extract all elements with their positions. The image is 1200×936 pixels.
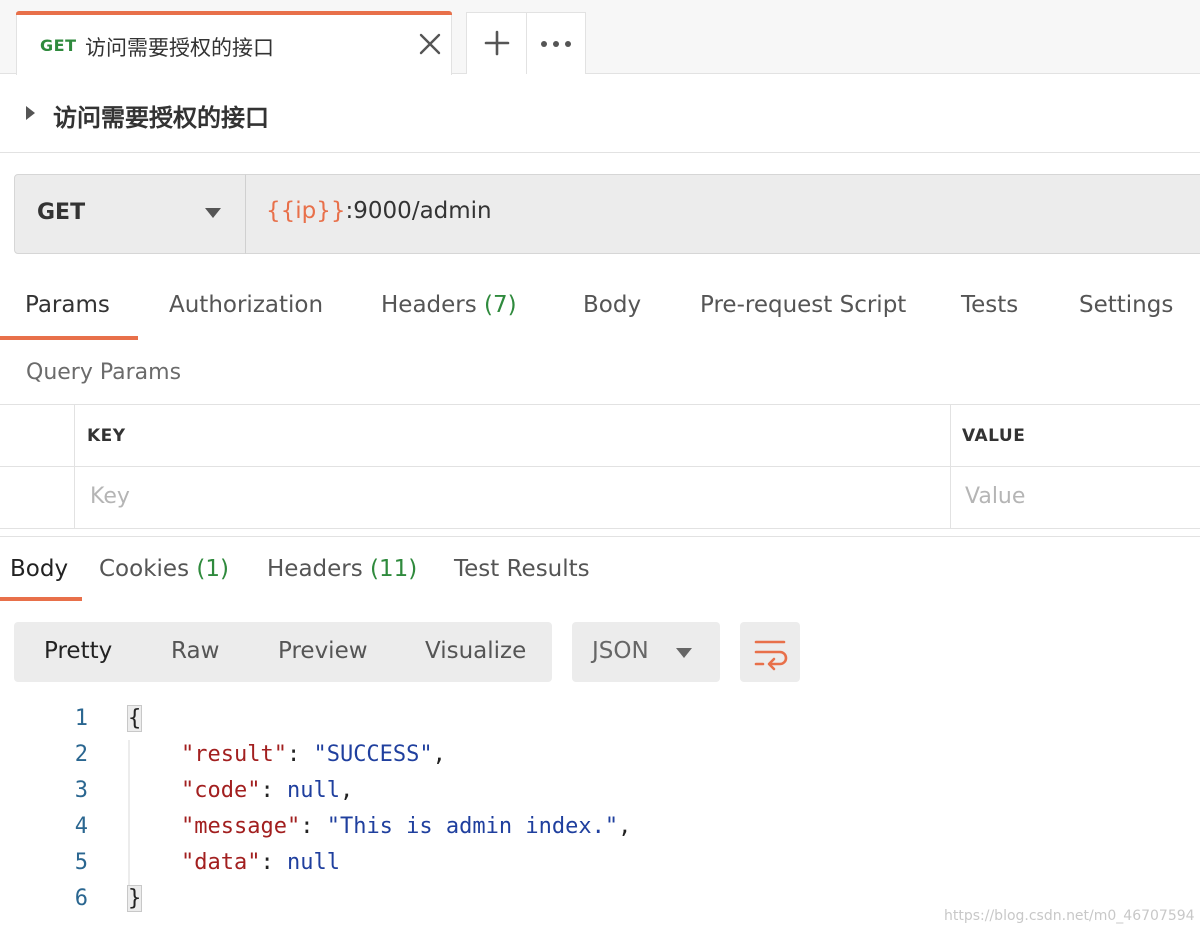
tab-label: Pre-request Script	[700, 292, 907, 318]
line-number: 6	[74, 886, 88, 911]
tab-label: Authorization	[169, 292, 324, 318]
code-line: "result": "SUCCESS",	[180, 742, 446, 767]
table-border	[0, 404, 1200, 405]
tab-label: Test Results	[454, 556, 590, 582]
wrap-text-icon	[754, 640, 788, 671]
active-tab-underline	[0, 336, 138, 340]
url-text: {{ip}}:9000/admin	[266, 198, 492, 224]
chevron-down-icon	[205, 208, 221, 218]
active-tab-indicator	[16, 11, 452, 15]
code-line: "data": null	[180, 850, 340, 875]
chevron-down-icon	[676, 648, 692, 658]
tab-headers[interactable]: Headers (7)	[381, 292, 517, 318]
divider	[526, 12, 527, 74]
table-border	[0, 466, 1200, 467]
table-border	[74, 404, 75, 528]
line-number: 1	[74, 706, 88, 731]
tab-label: Body	[583, 292, 642, 318]
tab-label: Params	[25, 292, 110, 318]
table-border	[950, 404, 951, 528]
wrap-lines-button[interactable]	[740, 622, 800, 682]
url-variable: {{ip}}	[266, 198, 346, 224]
expand-caret-icon[interactable]	[26, 106, 35, 120]
code-line: }	[126, 885, 143, 912]
param-value-input[interactable]: Value	[965, 484, 1025, 509]
plus-icon	[484, 30, 510, 56]
tab-params[interactable]: Params	[25, 292, 110, 318]
tab-body[interactable]: Body	[583, 292, 641, 318]
view-mode-raw[interactable]: Raw	[171, 638, 219, 664]
query-params-title: Query Params	[26, 360, 182, 385]
open-brace: {	[126, 705, 143, 732]
new-tab-button[interactable]	[468, 14, 526, 72]
table-border	[0, 528, 1200, 529]
line-number: 4	[74, 814, 88, 839]
tab-count: (11)	[370, 556, 418, 582]
ellipsis-icon	[541, 41, 571, 47]
json-value: "SUCCESS"	[313, 742, 433, 767]
view-mode-pretty[interactable]: Pretty	[44, 638, 112, 664]
close-brace: }	[126, 885, 143, 912]
line-number: 5	[74, 850, 88, 875]
param-key-input[interactable]: Key	[90, 484, 130, 509]
tab-authorization[interactable]: Authorization	[169, 292, 323, 318]
tab-method-badge: GET	[40, 36, 77, 55]
json-key: "data"	[180, 850, 261, 875]
format-select-value: JSON	[592, 638, 649, 664]
method-select-value: GET	[37, 200, 86, 225]
response-tab-headers[interactable]: Headers (11)	[267, 556, 417, 582]
tab-count: (1)	[196, 556, 229, 582]
watermark: https://blog.csdn.net/m0_46707594	[944, 908, 1195, 924]
tab-pre-request-script[interactable]: Pre-request Script	[700, 292, 906, 318]
punctuation: ,	[432, 742, 446, 767]
code-line: "code": null,	[180, 778, 354, 803]
tab-label: Tests	[961, 292, 1019, 318]
more-tabs-button[interactable]	[528, 14, 584, 72]
punctuation: ,	[339, 778, 354, 803]
view-mode-visualize[interactable]: Visualize	[425, 638, 526, 664]
json-key: "code"	[180, 778, 261, 803]
tab-label: Headers	[267, 556, 363, 582]
tab-label: Cookies	[99, 556, 190, 582]
close-icon[interactable]	[416, 30, 444, 58]
json-value: null	[286, 778, 340, 803]
response-tab-body[interactable]: Body	[10, 556, 68, 582]
response-divider	[0, 536, 1200, 537]
line-number: 3	[74, 778, 88, 803]
view-mode-preview[interactable]: Preview	[278, 638, 368, 664]
tab-settings[interactable]: Settings	[1079, 292, 1173, 318]
request-name[interactable]: 访问需要授权的接口	[53, 98, 269, 133]
active-response-tab-underline	[0, 597, 82, 601]
json-key: "result"	[180, 742, 287, 767]
response-tab-cookies[interactable]: Cookies (1)	[99, 556, 229, 582]
tab-label: Headers	[381, 292, 477, 318]
line-number: 2	[74, 742, 88, 767]
column-header-key: KEY	[87, 426, 126, 446]
tab-title: 访问需要授权的接口	[85, 36, 274, 60]
response-tab-test-results[interactable]: Test Results	[454, 556, 590, 582]
json-key: "message"	[180, 814, 301, 839]
punctuation: ,	[618, 814, 632, 839]
tab-tests[interactable]: Tests	[961, 292, 1018, 318]
tab-label: Body	[10, 556, 69, 582]
tab-label: Settings	[1079, 292, 1174, 318]
url-path: :9000/admin	[345, 198, 492, 224]
json-value: null	[286, 850, 340, 875]
column-header-value: VALUE	[962, 426, 1026, 446]
code-line: "message": "This is admin index.",	[180, 814, 632, 839]
code-line: {	[126, 705, 143, 732]
tab-count: (7)	[484, 292, 517, 318]
json-value: "This is admin index."	[326, 814, 619, 839]
